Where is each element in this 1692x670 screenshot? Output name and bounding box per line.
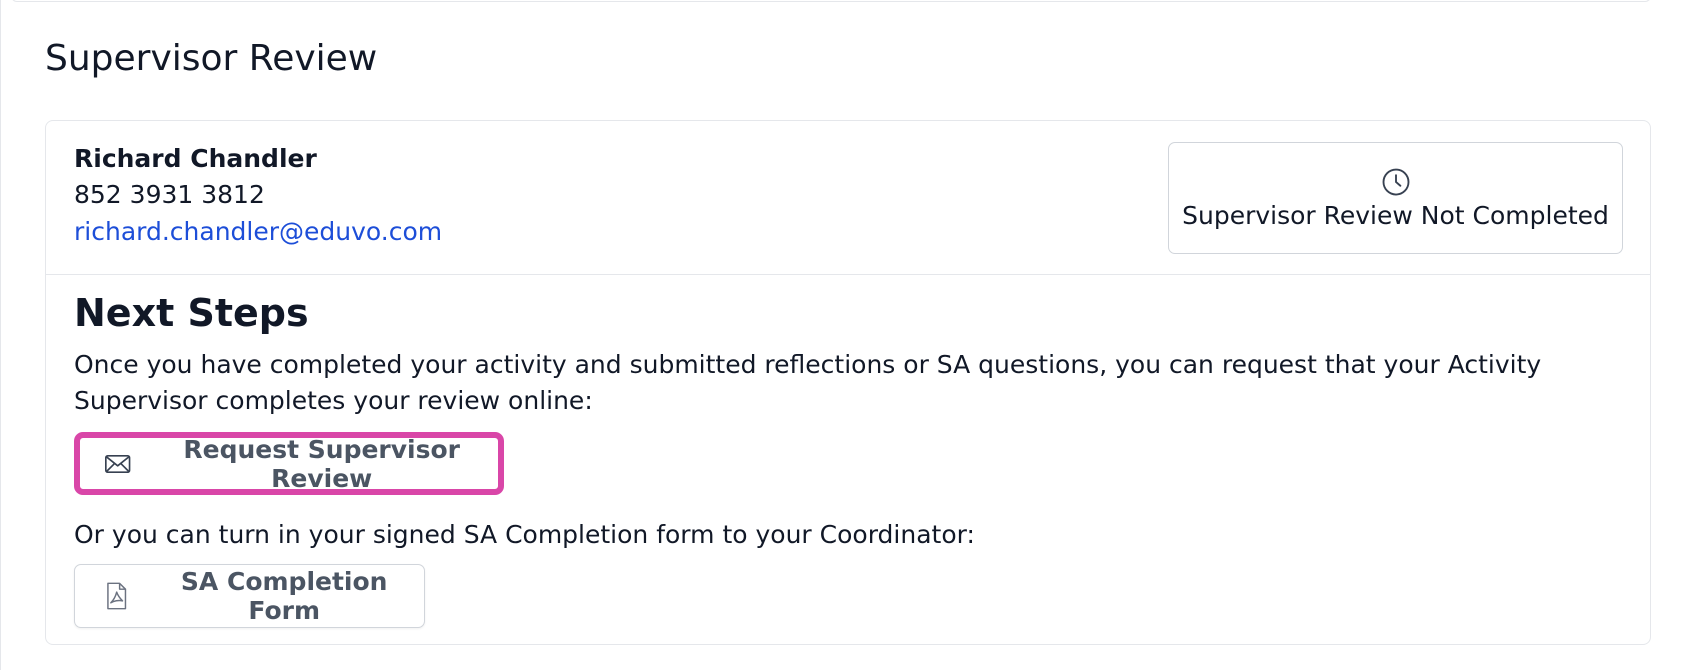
alternative-instructions: Or you can turn in your signed SA Comple… [74, 520, 975, 549]
next-steps-description: Once you have completed your activity an… [74, 350, 1542, 415]
sa-completion-form-label: SA Completion Form [180, 567, 388, 625]
section-title: Supervisor Review [45, 38, 378, 79]
page: Supervisor Review Richard Chandler 852 3… [0, 0, 1692, 670]
envelope-icon [105, 454, 131, 473]
card-divider [46, 274, 1650, 275]
supervisor-email-link[interactable]: richard.chandler@eduvo.com [74, 213, 442, 251]
supervisor-phone: 852 3931 3812 [74, 180, 265, 209]
clock-icon [1382, 168, 1409, 195]
request-supervisor-review-label: Request Supervisor Review [183, 434, 460, 493]
supervisor-review-card: Richard Chandler 852 3931 3812 richard.c… [45, 120, 1651, 645]
review-status-text: Supervisor Review Not Completed [1182, 200, 1609, 230]
request-supervisor-review-button[interactable]: Request Supervisor Review [74, 432, 504, 495]
pdf-file-icon [107, 582, 127, 610]
sa-completion-form-button[interactable]: SA Completion Form [74, 564, 425, 628]
review-status-box: Supervisor Review Not Completed [1168, 142, 1623, 254]
supervisor-contact: Richard Chandler 852 3931 3812 richard.c… [74, 141, 442, 251]
next-steps-title: Next Steps [74, 291, 309, 335]
previous-card-edge [11, 0, 1651, 2]
supervisor-name: Richard Chandler [74, 144, 317, 173]
